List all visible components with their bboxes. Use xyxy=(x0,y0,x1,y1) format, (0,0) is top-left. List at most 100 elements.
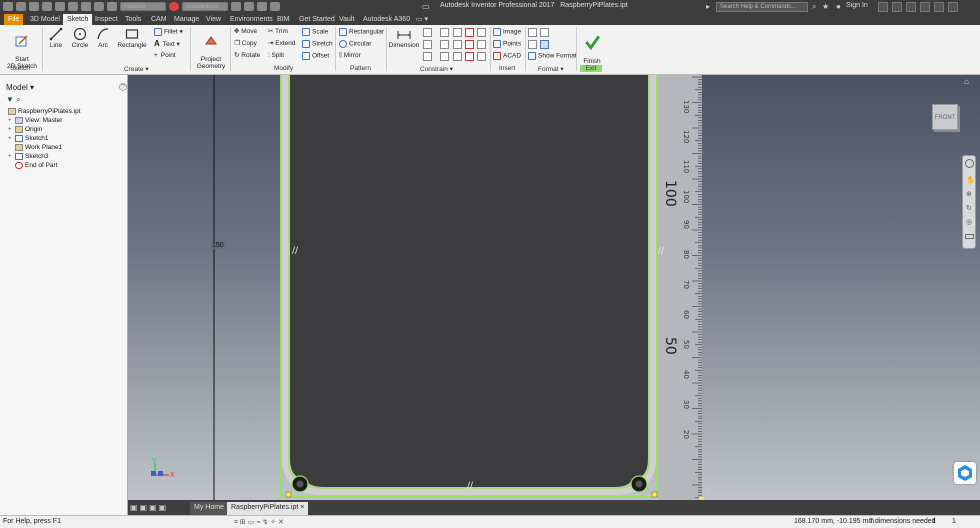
tabs-menu-icon[interactable]: ≡ xyxy=(283,502,288,511)
dimension-value[interactable]: 150 xyxy=(211,242,225,249)
vertical-constraint-icon[interactable] xyxy=(453,40,462,49)
parallel-constraint-glyph[interactable]: // xyxy=(467,481,474,491)
perpendicular-constraint-icon[interactable] xyxy=(440,52,449,61)
help-icon[interactable] xyxy=(906,2,916,12)
relax-mode-icon[interactable] xyxy=(477,52,486,61)
arc-button[interactable]: Arc xyxy=(93,27,113,49)
find-icon[interactable]: ⌕ xyxy=(16,95,20,105)
tree-node-end-of-part[interactable]: End of Part xyxy=(8,161,58,170)
browser-title[interactable]: Model ▾ xyxy=(6,83,34,92)
close-button[interactable] xyxy=(948,2,958,12)
circle-button[interactable]: Circle xyxy=(69,27,91,49)
parallel-constraint-glyph[interactable]: // xyxy=(292,246,299,256)
centerline-icon[interactable] xyxy=(540,28,549,37)
copy-button[interactable]: ❐ Copy xyxy=(234,40,257,48)
acad-button[interactable]: ACAD xyxy=(493,52,521,61)
undo-icon[interactable] xyxy=(42,2,52,11)
constraint-settings-icon[interactable] xyxy=(477,40,486,49)
binoculars-icon[interactable]: ⌕ xyxy=(812,2,816,12)
tile-windows-icon[interactable]: ▣▣▣▣ xyxy=(130,503,168,512)
fx-icon[interactable] xyxy=(257,2,267,11)
look-at-icon[interactable]: ◎ xyxy=(966,218,972,226)
symmetric-constraint-icon[interactable] xyxy=(465,40,474,49)
points-button[interactable]: Points xyxy=(493,40,521,49)
collinear-constraint-icon[interactable] xyxy=(423,40,432,49)
plus-icon[interactable] xyxy=(270,2,280,11)
move-button[interactable]: ✥ Move xyxy=(234,28,257,36)
parallel-constraint-icon[interactable] xyxy=(440,40,449,49)
sign-in-link[interactable]: Sign In xyxy=(846,2,868,9)
circular-pattern-button[interactable]: Circular xyxy=(339,40,371,49)
tab-cam[interactable]: CAM xyxy=(147,14,171,25)
sketch-point[interactable] xyxy=(651,491,658,498)
new-icon[interactable] xyxy=(3,2,13,11)
point-button[interactable]: + Point xyxy=(154,52,176,60)
select-icon[interactable] xyxy=(107,2,117,11)
parallel-constraint-glyph[interactable]: // xyxy=(658,246,665,256)
update-icon[interactable] xyxy=(94,2,104,11)
view-cube[interactable]: FRONT xyxy=(932,104,958,130)
clear-icon[interactable] xyxy=(231,2,241,11)
appearance-combo[interactable]: Appearance xyxy=(182,2,228,11)
sketch-point[interactable] xyxy=(285,491,292,498)
search-arrow-icon[interactable]: ▸ xyxy=(706,2,710,11)
stretch-button[interactable]: Stretch xyxy=(302,40,333,49)
scale-button[interactable]: Scale xyxy=(302,28,328,37)
split-button[interactable]: ⫶ Split xyxy=(268,52,284,60)
tab-3d-model[interactable]: 3D Model xyxy=(26,14,64,25)
tab-view[interactable]: View xyxy=(202,14,225,25)
tab-environments[interactable]: Environments xyxy=(226,14,277,25)
tree-node-view[interactable]: + View: Master xyxy=(8,116,62,125)
center-point-icon[interactable] xyxy=(528,40,537,49)
show-constraints-icon[interactable] xyxy=(477,28,486,37)
tab-bim[interactable]: BIM xyxy=(273,14,293,25)
zoom-icon[interactable]: ⊕ xyxy=(966,190,972,198)
mirror-button[interactable]: ⫼ Mirror xyxy=(339,52,361,60)
a360-button[interactable] xyxy=(954,462,976,484)
ribbon-collapse-icon[interactable]: ▭ ▾ xyxy=(412,14,432,25)
tab-raspberry-pi-plates[interactable]: RaspberryPiPlates.ipt × xyxy=(227,502,309,515)
fix-constraint-icon[interactable] xyxy=(440,28,449,37)
close-tab-icon[interactable]: × xyxy=(300,504,304,511)
show-format-button[interactable]: Show Format xyxy=(528,52,577,61)
open-icon[interactable] xyxy=(16,2,26,11)
tangent-constraint-icon[interactable] xyxy=(453,52,462,61)
tab-get-started[interactable]: Get Started xyxy=(295,14,339,25)
tab-tools[interactable]: Tools xyxy=(121,14,145,25)
construction-icon[interactable] xyxy=(528,28,537,37)
pan-icon[interactable]: ✋ xyxy=(966,176,975,184)
extend-button[interactable]: ⇥ Extend xyxy=(268,40,296,48)
help-icon[interactable]: ? xyxy=(119,83,127,91)
fillet-button[interactable]: Fillet ▾ xyxy=(154,28,183,37)
home-view-icon[interactable]: ⌂ xyxy=(964,77,969,86)
adjust-icon[interactable] xyxy=(244,2,254,11)
rectangular-pattern-button[interactable]: Rectangular xyxy=(339,28,384,37)
window-menu-icon[interactable]: ▭ xyxy=(422,2,430,11)
minimize-button[interactable] xyxy=(920,2,930,12)
tree-node-origin[interactable]: + Origin xyxy=(8,125,42,134)
tab-file[interactable]: File xyxy=(4,14,24,25)
save-icon[interactable] xyxy=(29,2,39,11)
tab-inspect[interactable]: Inspect xyxy=(91,14,122,25)
redo-icon[interactable] xyxy=(55,2,65,11)
nav-bar-options-icon[interactable] xyxy=(965,234,974,239)
tab-manage[interactable]: Manage xyxy=(170,14,203,25)
exchange-icon[interactable] xyxy=(878,2,888,12)
graphics-viewport[interactable]: 130 120 110 100 90 80 70 60 50 40 30 20 100 50 // // … xyxy=(128,75,980,500)
offset-button[interactable]: Offset xyxy=(302,52,329,61)
tab-autodesk-a360[interactable]: Autodesk A360 xyxy=(359,14,414,25)
project-geometry-button[interactable]: Project Geometry xyxy=(194,27,228,70)
image-button[interactable]: Image xyxy=(493,28,521,37)
trim-button[interactable]: ✂ Trim xyxy=(268,28,288,36)
user-icon[interactable]: ● xyxy=(836,2,841,11)
tab-sketch[interactable]: Sketch xyxy=(63,14,93,25)
material-combo[interactable]: Material xyxy=(120,2,166,11)
filter-icon[interactable]: ▼ xyxy=(6,95,14,104)
dimension-button[interactable]: Dimension xyxy=(388,27,420,49)
text-button[interactable]: A Text ▾ xyxy=(154,40,180,49)
orbit-icon[interactable]: ↻ xyxy=(966,204,972,212)
steering-wheel-icon[interactable] xyxy=(965,159,974,168)
tab-my-home[interactable]: My Home xyxy=(190,502,228,515)
tree-node-work-plane1[interactable]: Work Plane1 xyxy=(8,143,62,152)
favorites-icon[interactable]: ★ xyxy=(822,2,829,11)
